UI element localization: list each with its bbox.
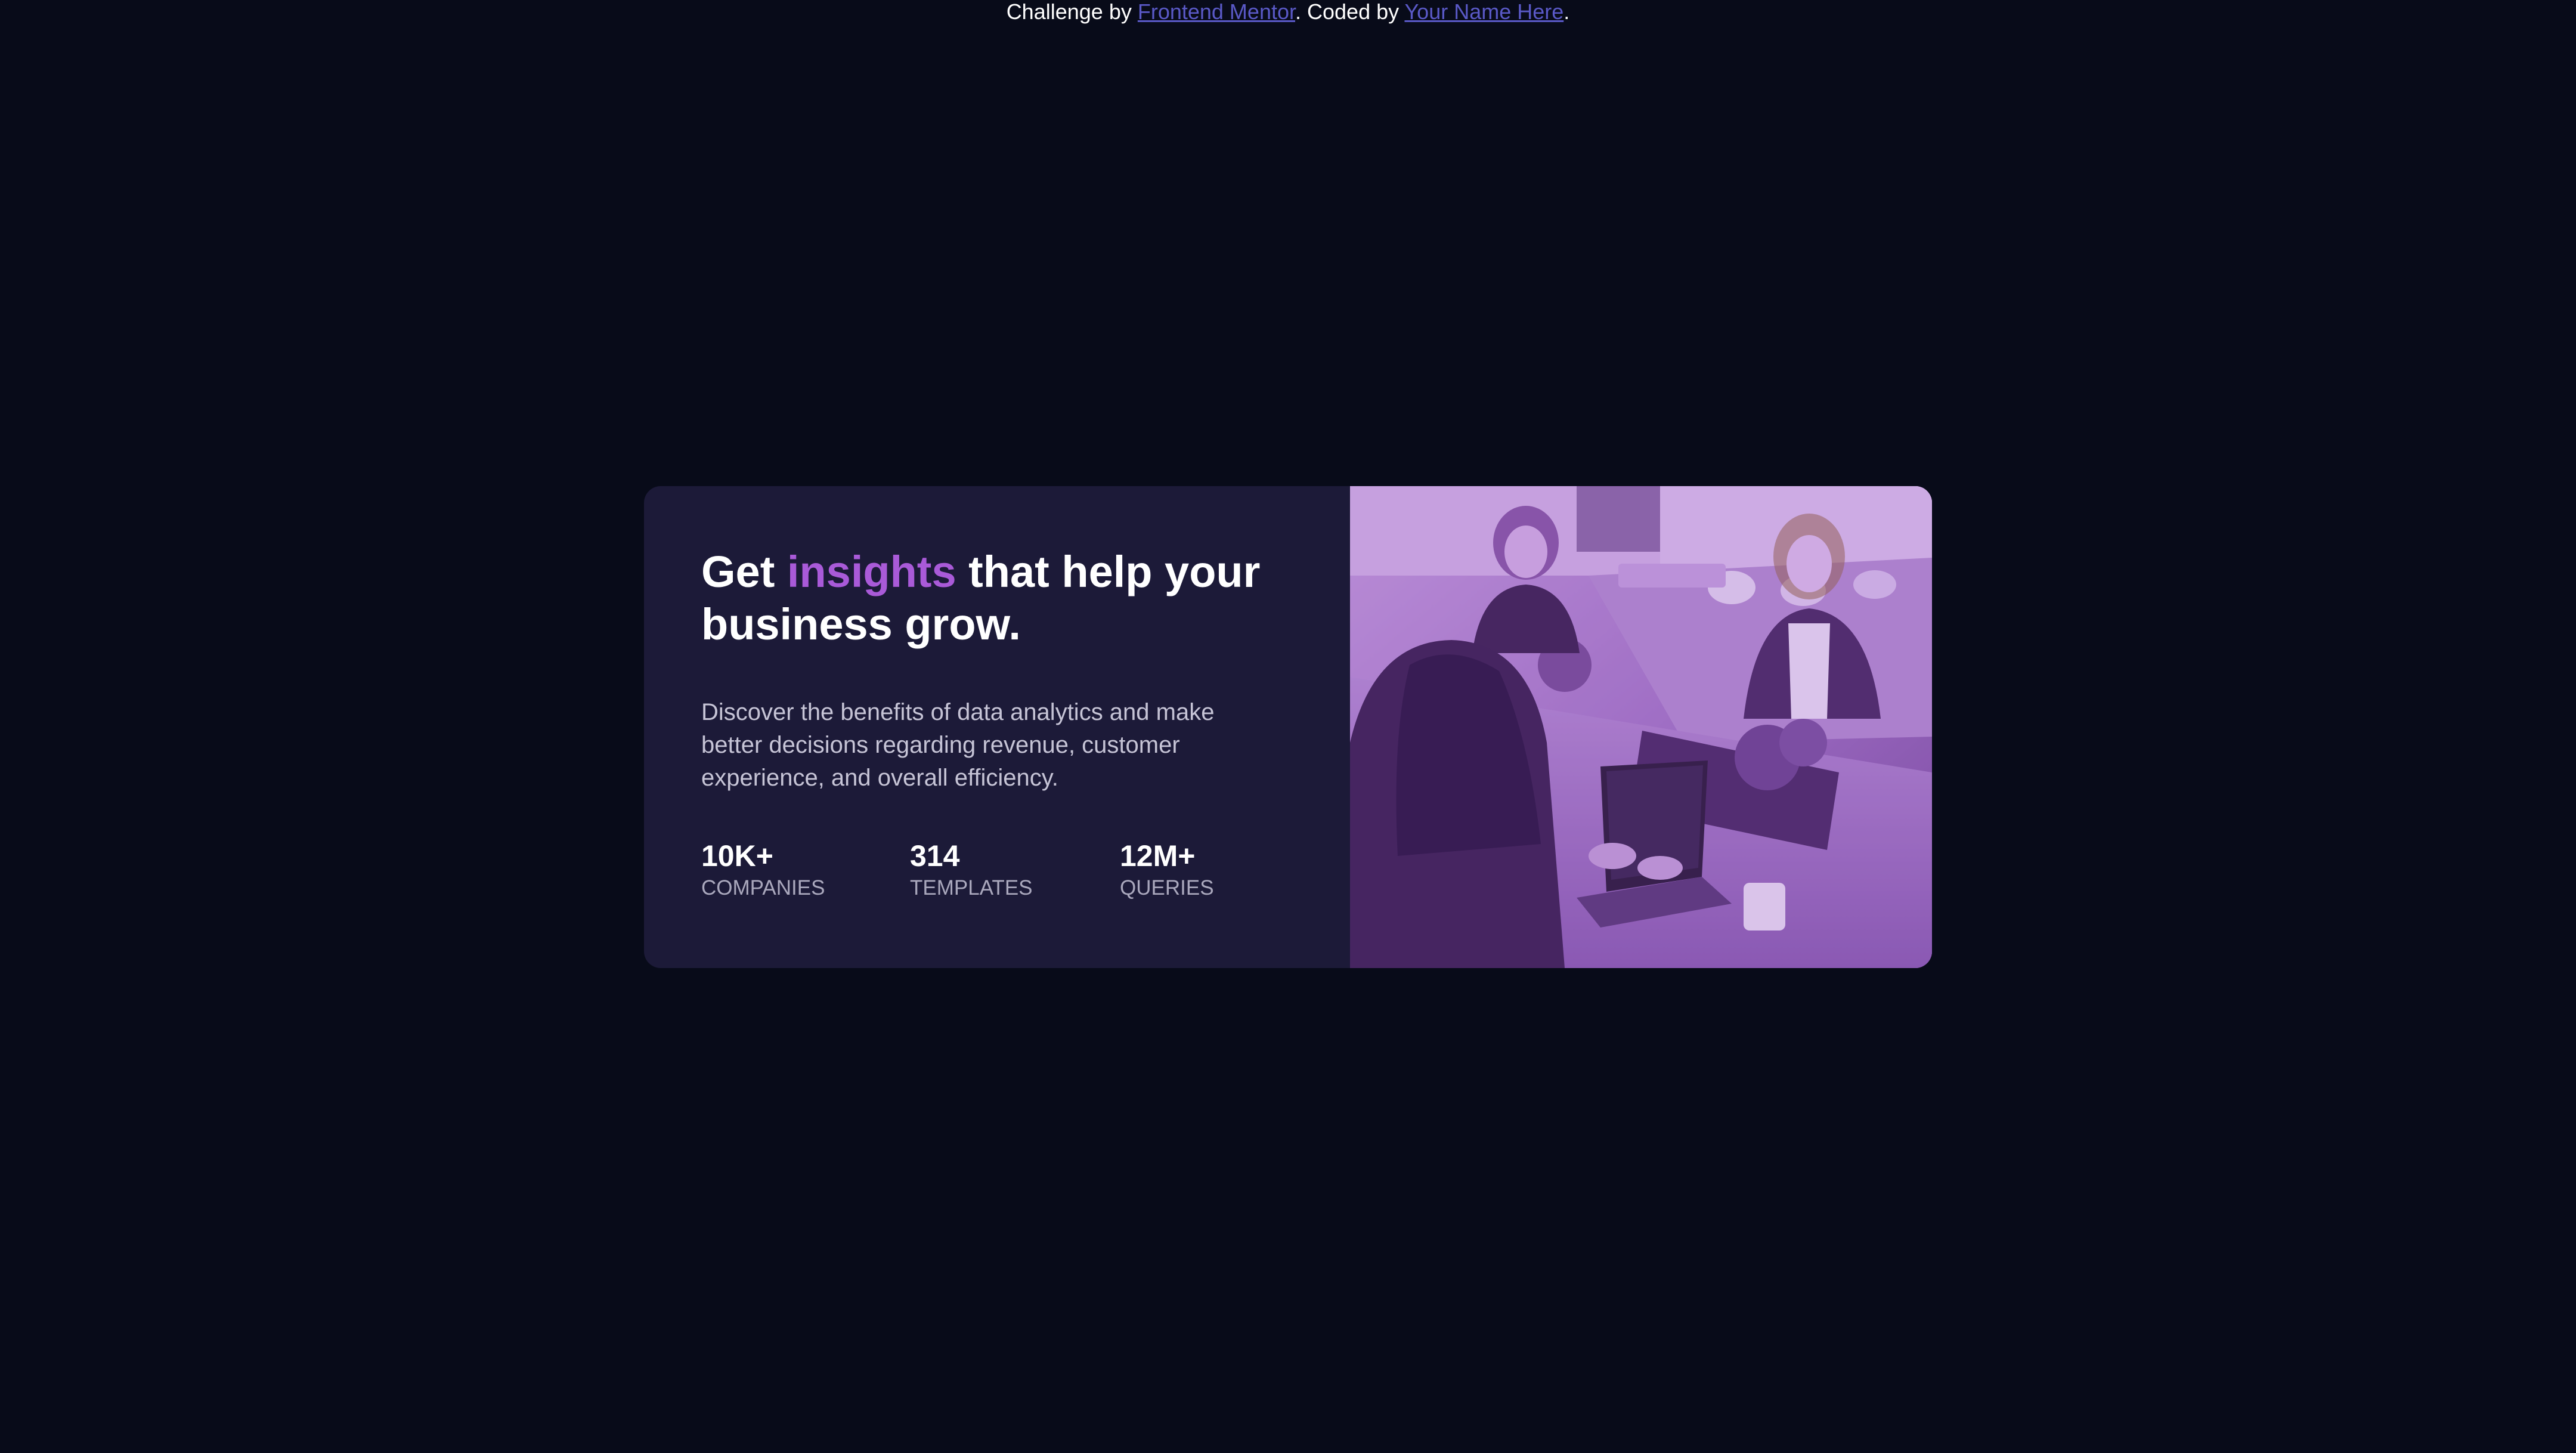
stat-companies: 10K+ companies bbox=[701, 838, 825, 901]
attribution-prefix: Challenge by bbox=[1006, 0, 1138, 24]
card-description: Discover the benefits of data analytics … bbox=[701, 699, 1215, 791]
stat-value: 314 bbox=[910, 839, 960, 873]
stat-queries: 12M+ queries bbox=[1120, 838, 1214, 901]
stat-value: 10K+ bbox=[701, 839, 773, 873]
stat-label: queries bbox=[1120, 876, 1214, 899]
office-photo-illustration bbox=[1350, 486, 1932, 968]
headline-accent: insights bbox=[787, 547, 956, 596]
author-link[interactable]: Your Name Here bbox=[1404, 0, 1563, 24]
card-content: Get insights that help your business gro… bbox=[701, 546, 1298, 899]
stats-preview-card: Get insights that help your business gro… bbox=[644, 486, 1932, 968]
header-image bbox=[1350, 486, 1932, 968]
stat-templates: 314 templates bbox=[910, 838, 1033, 901]
attribution: Challenge by Frontend Mentor. Coded by Y… bbox=[0, 0, 2576, 24]
attribution-suffix: . bbox=[1563, 0, 1570, 24]
attribution-middle: . Coded by bbox=[1295, 0, 1405, 24]
headline-start: Get bbox=[701, 547, 787, 596]
card-headline: Get insights that help your business gro… bbox=[701, 546, 1298, 651]
stat-label: templates bbox=[910, 876, 1033, 899]
stat-value: 12M+ bbox=[1120, 839, 1196, 873]
stat-label: companies bbox=[701, 876, 825, 899]
frontend-mentor-link[interactable]: Frontend Mentor bbox=[1138, 0, 1295, 24]
